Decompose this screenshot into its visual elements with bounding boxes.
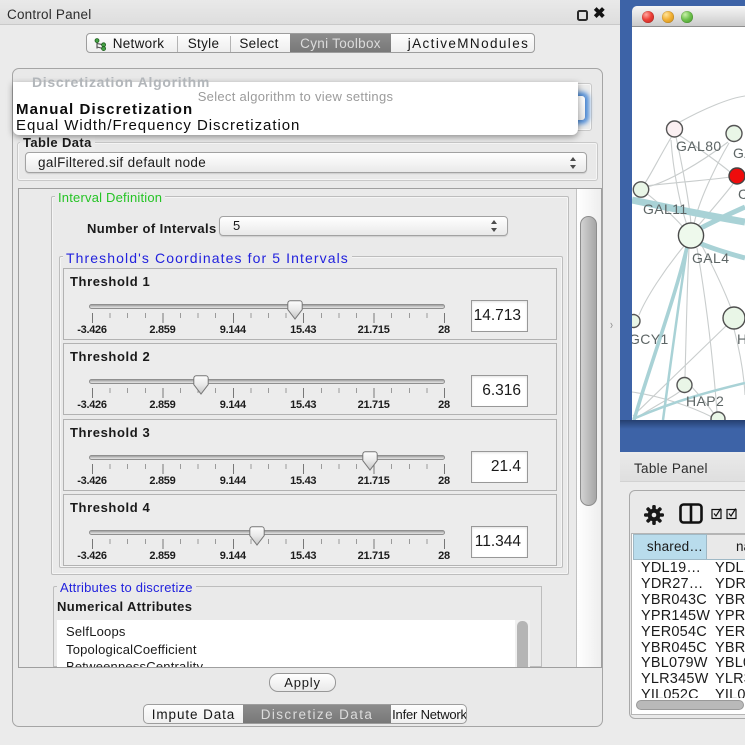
svg-text:HAP2: HAP2 bbox=[686, 393, 724, 409]
svg-text:H: H bbox=[737, 331, 745, 347]
svg-text:GCY1: GCY1 bbox=[632, 331, 669, 347]
svg-text:GAL4: GAL4 bbox=[692, 250, 729, 266]
svg-text:GA: GA bbox=[733, 145, 745, 161]
svg-text:GAL80: GAL80 bbox=[676, 138, 722, 154]
svg-text:C: C bbox=[738, 186, 745, 202]
svg-text:GAL11: GAL11 bbox=[643, 201, 688, 217]
